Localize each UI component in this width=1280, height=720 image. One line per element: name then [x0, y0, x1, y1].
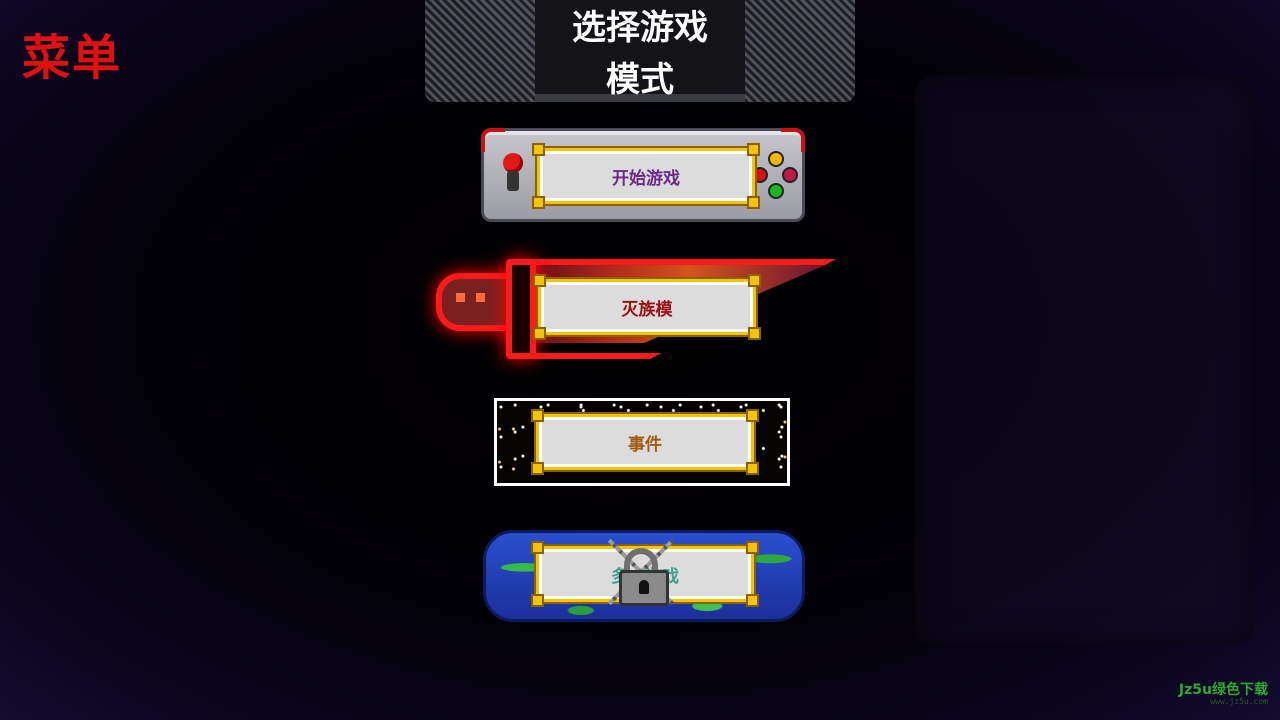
side-panel — [915, 75, 1253, 645]
events-card[interactable]: 事件 — [494, 398, 790, 486]
start-game-label: 开始游戏 — [612, 168, 680, 189]
card-corner — [781, 128, 805, 152]
extermination-mode-button[interactable]: 灭族模 — [533, 274, 761, 340]
header-title-line2: 模式 — [606, 60, 674, 100]
header-title-line1: 选择游戏 — [572, 8, 708, 48]
joystick-icon — [503, 153, 523, 193]
mode-select-header: 选择游戏 模式 — [425, 0, 855, 102]
card-corner — [481, 128, 505, 152]
knife-guard-icon — [506, 259, 536, 359]
extermination-mode-label: 灭族模 — [621, 299, 673, 320]
watermark-url: www.jz5u.com — [1210, 697, 1268, 706]
start-game-button[interactable]: 开始游戏 — [532, 143, 760, 209]
gamepad-button-magenta-icon — [782, 167, 798, 183]
gamepad-button-yellow-icon — [768, 151, 784, 167]
events-button[interactable]: 事件 — [531, 409, 759, 475]
extermination-mode-card[interactable]: 灭族模 — [430, 255, 840, 359]
events-label: 事件 — [628, 434, 662, 455]
watermark: Jz5u绿色下载 — [1178, 682, 1268, 698]
gamepad-button-green-icon — [768, 183, 784, 199]
padlock-icon — [600, 530, 682, 614]
menu-title[interactable]: 菜单 — [22, 18, 122, 88]
start-game-card[interactable]: 开始游戏 — [481, 128, 805, 222]
